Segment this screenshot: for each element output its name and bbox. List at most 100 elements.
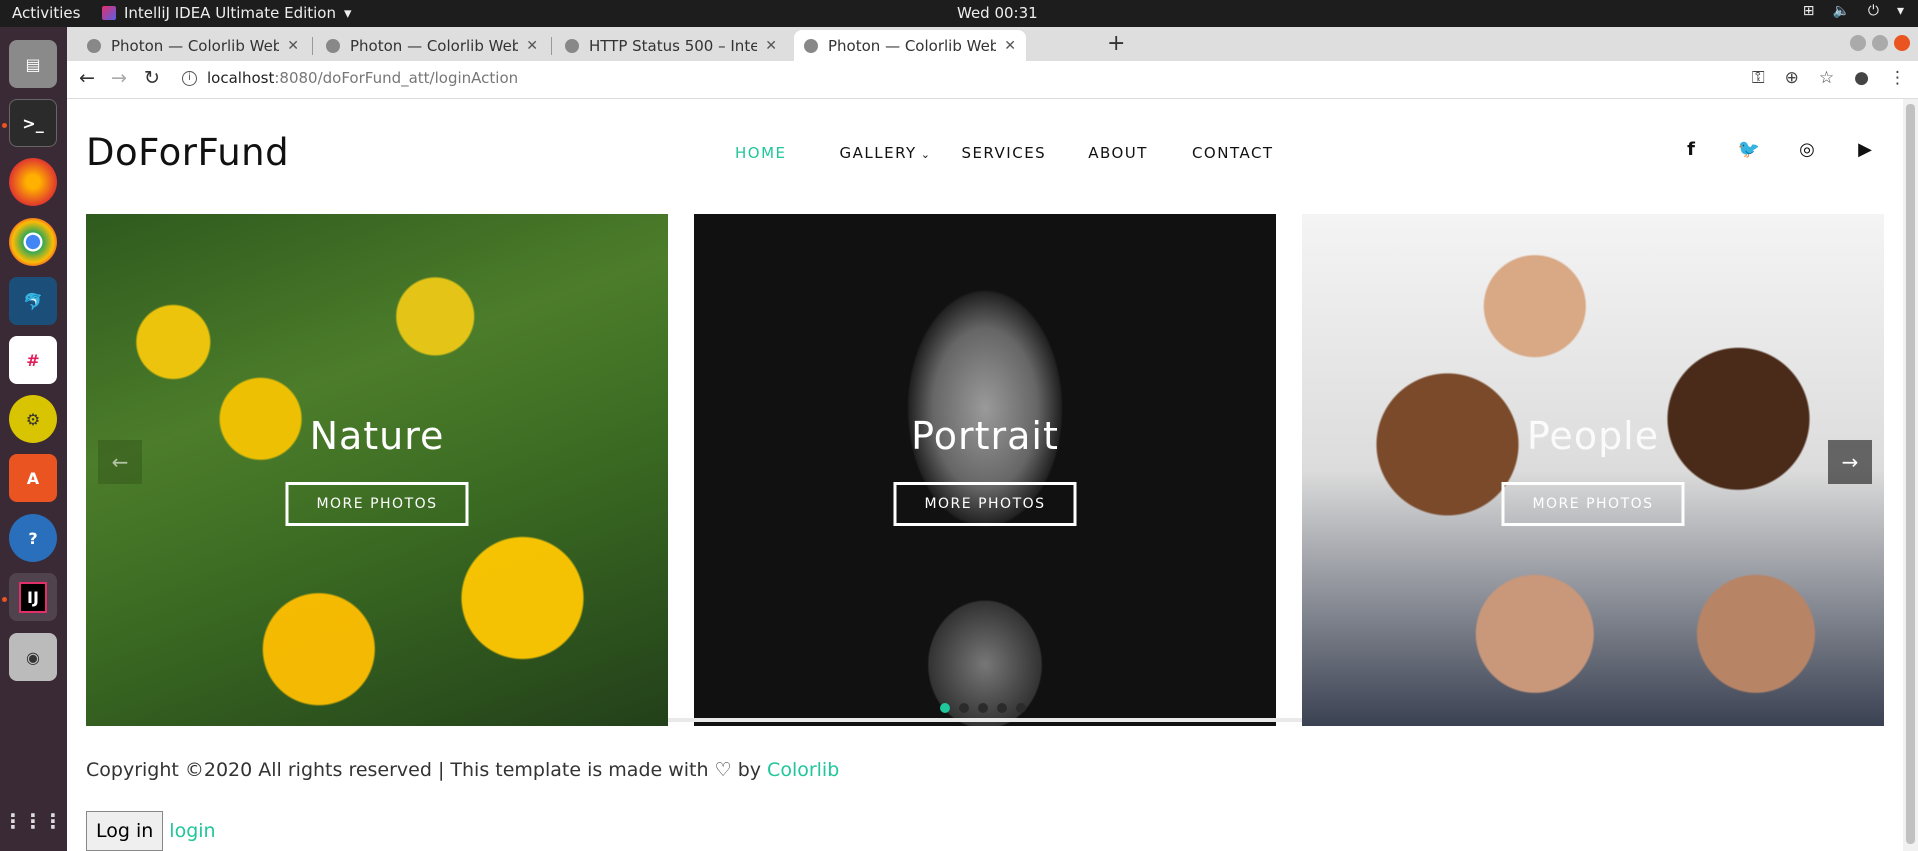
chrome-icon[interactable] [9,218,57,266]
more-photos-button[interactable]: MORE PHOTOS [1501,482,1685,526]
new-tab-button[interactable]: + [1107,31,1125,56]
globe-icon [87,38,101,53]
browser-tab-strip: Photon — Colorlib Websi ✕ Photon — Color… [67,27,1918,61]
more-photos-button[interactable]: MORE PHOTOS [285,482,469,526]
login-link[interactable]: login [169,820,215,842]
slide-nature[interactable]: Nature MORE PHOTOS [86,214,668,726]
instagram-icon[interactable]: ◎ [1793,139,1821,160]
tab-title: Photon — Colorlib Websi [111,36,280,55]
slide-people[interactable]: People MORE PHOTOS [1302,214,1884,726]
app-name: IntelliJ IDEA Ultimate Edition [124,4,336,22]
social-links: f 🐦 ◎ ▶ [1677,139,1879,160]
minimize-button[interactable] [1850,35,1866,51]
clock[interactable]: Wed 00:31 [957,4,1038,22]
maximize-button[interactable] [1872,35,1888,51]
heart-icon: ♡ [714,759,732,781]
files-icon[interactable]: ▤ [9,40,57,88]
slide-portrait[interactable]: Portrait MORE PHOTOS [694,214,1276,726]
close-icon[interactable]: ✕ [1004,38,1016,54]
back-icon[interactable]: ← [79,67,95,89]
account-icon[interactable]: ● [1854,68,1869,88]
slider-dot[interactable] [940,703,950,713]
camera-icon[interactable]: ◉ [9,633,57,681]
nav-services[interactable]: SERVICES [961,144,1046,162]
slide-title: Portrait [911,414,1059,458]
twitter-icon[interactable]: 🐦 [1735,139,1763,160]
dock: ▤ >_ 🐬 # ⚙ A ? IJ ◉ ⋮⋮⋮ [0,27,67,851]
settings-gear-icon[interactable]: ⚙ [9,395,57,443]
chevron-down-icon: ⌄ [920,148,932,161]
browser-tab-active[interactable]: Photon — Colorlib Websi ✕ [794,30,1026,61]
toolbar-actions: ⚿ ⊕ ☆ ● ⋮ [1752,68,1906,88]
intellij-icon [102,6,116,20]
log-in-button[interactable]: Log in [86,811,164,851]
slider-dot[interactable] [978,703,988,713]
info-icon[interactable]: i [182,70,197,86]
globe-icon [804,38,818,53]
colorlib-link[interactable]: Colorlib [767,759,839,781]
slide-title: Nature [309,414,445,458]
nav-gallery-label: GALLERY [839,144,917,162]
terminal-icon[interactable]: >_ [9,99,57,147]
close-icon[interactable]: ✕ [765,38,777,54]
slider-dot[interactable] [1016,703,1026,713]
close-icon[interactable]: ✕ [526,38,538,54]
zoom-icon[interactable]: ⊕ [1785,68,1799,88]
system-tray[interactable]: ⊞ 🔈 ⏻ ▾ [1803,3,1904,19]
globe-icon [326,38,340,53]
arrow-left-icon[interactable]: ← [98,440,142,484]
copyright-by: by [737,759,761,781]
browser-toolbar: ← → ↻ i localhost:8080/doForFund_att/log… [67,61,1918,99]
app-menu[interactable]: IntelliJ IDEA Ultimate Edition ▾ [102,4,352,22]
reload-icon[interactable]: ↻ [144,67,160,89]
scrollbar-thumb[interactable] [1906,104,1915,844]
gallery-slider: Nature MORE PHOTOS Portrait MORE PHOTOS … [86,214,1884,726]
firefox-icon[interactable] [9,158,57,206]
nav-contact[interactable]: CONTACT [1192,144,1274,162]
slider-dots [940,703,1026,713]
copyright-text: Copyright ©2020 All rights reserved | Th… [86,759,839,781]
web-page: DoForFund HOME GALLERY ⌄ SERVICES ABOUT C… [67,99,1903,851]
running-indicator [2,597,7,602]
tab-divider [551,37,552,55]
nav-about[interactable]: ABOUT [1088,144,1148,162]
tab-title: Photon — Colorlib Websi [828,36,997,55]
slack-icon[interactable]: # [9,336,57,384]
intellij-dock-icon[interactable]: IJ [9,573,57,621]
browser-tab[interactable]: HTTP Status 500 – Interna ✕ [555,30,787,61]
key-icon[interactable]: ⚿ [1752,68,1765,88]
show-apps-icon[interactable]: ⋮⋮⋮ [3,797,63,845]
tab-divider [312,37,313,55]
browser-tab[interactable]: Photon — Colorlib Websi ✕ [316,30,548,61]
youtube-icon[interactable]: ▶ [1851,139,1879,160]
software-center-icon[interactable]: A [9,454,57,502]
facebook-icon[interactable]: f [1677,139,1705,160]
volume-icon: 🔈 [1832,3,1850,19]
nav-home[interactable]: HOME [735,144,787,162]
forward-icon[interactable]: → [111,67,127,89]
arrow-right-icon[interactable]: → [1828,440,1872,484]
tab-title: HTTP Status 500 – Interna [589,36,758,55]
power-icon: ⏻ [1867,3,1879,19]
browser-tab[interactable]: Photon — Colorlib Websi ✕ [77,30,309,61]
network-icon: ⊞ [1802,3,1815,19]
mysql-workbench-icon[interactable]: 🐬 [9,277,57,325]
menu-icon[interactable]: ⋮ [1889,68,1906,88]
close-window-button[interactable] [1894,35,1910,51]
site-logo[interactable]: DoForFund [86,131,289,174]
close-icon[interactable]: ✕ [287,38,299,54]
activities-button[interactable]: Activities [12,4,80,22]
page-scrollbar[interactable] [1903,99,1918,851]
address-bar[interactable]: i localhost:8080/doForFund_att/loginActi… [182,69,518,87]
slider-dot[interactable] [959,703,969,713]
slider-dot[interactable] [997,703,1007,713]
slider-track [668,718,1302,722]
help-icon[interactable]: ? [9,514,57,562]
url-path: :8080/doForFund_att/loginAction [274,69,519,87]
globe-icon [565,38,579,53]
bookmark-star-icon[interactable]: ☆ [1819,68,1834,88]
nav-gallery[interactable]: GALLERY ⌄ [840,144,932,162]
chevron-down-icon: ▾ [1896,3,1904,19]
more-photos-button[interactable]: MORE PHOTOS [893,482,1077,526]
slide-title: People [1526,414,1660,458]
